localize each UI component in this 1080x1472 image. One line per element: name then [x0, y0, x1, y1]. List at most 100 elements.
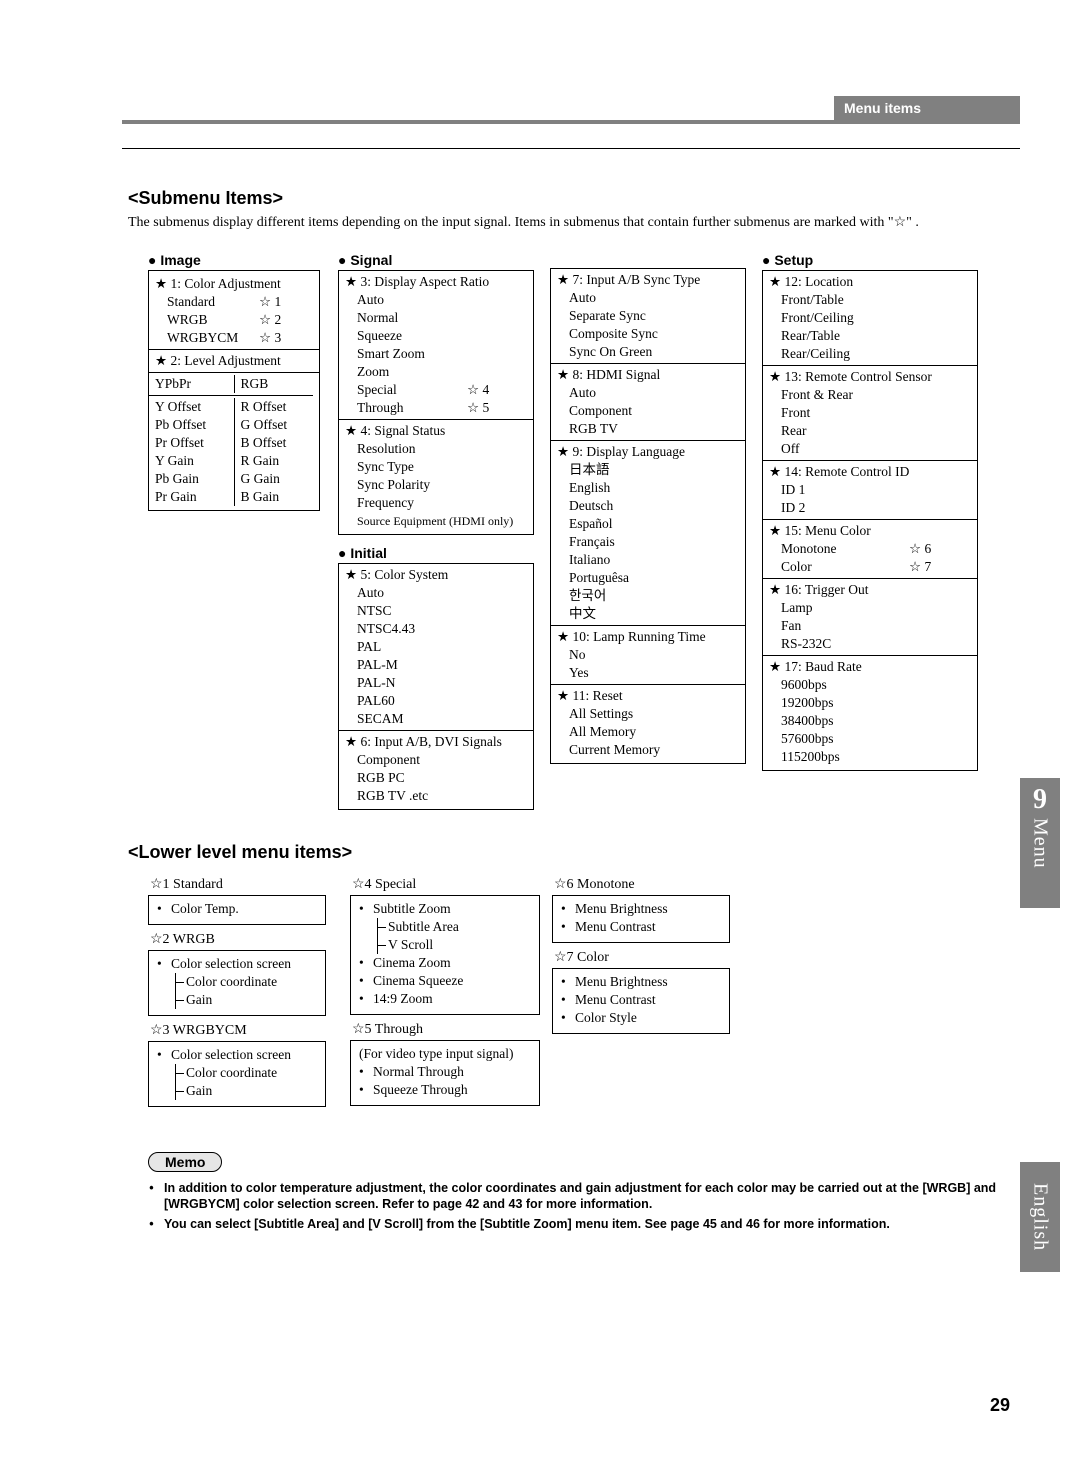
- col-ypbpr: YPbPr: [155, 375, 230, 393]
- star1: ★ 1: Color Adjustment: [155, 273, 313, 293]
- cs-secam: SECAM: [345, 710, 527, 728]
- pr-offset: Pr Offset: [155, 434, 230, 452]
- side-tab-lang: English: [1020, 1162, 1060, 1272]
- dvi-rgbpc: RGB PC: [345, 769, 527, 787]
- aspect-smartzoom: Smart Zoom: [345, 345, 527, 363]
- star13: ★ 13: Remote Control Sensor: [769, 368, 971, 386]
- aspect-auto: Auto: [345, 291, 527, 309]
- cs-pal: PAL: [345, 638, 527, 656]
- mc-mono: Monotone: [781, 540, 909, 558]
- l7-bright: Menu Brightness: [561, 973, 721, 991]
- loc-rc: Rear/Ceiling: [769, 345, 971, 363]
- l3-cc: Color coordinate: [186, 1064, 317, 1082]
- img-wrgb: WRGB: [155, 311, 259, 329]
- l2-css: Color selection screen: [171, 956, 291, 971]
- dvi-rgbtv: RGB TV .etc: [345, 787, 527, 805]
- loc-rt: Rear/Table: [769, 327, 971, 345]
- l6-bright: Menu Brightness: [561, 900, 721, 918]
- lang-ja: 日本語: [557, 461, 739, 479]
- pb-offset: Pb Offset: [155, 416, 230, 434]
- baud-38400: 38400bps: [769, 712, 971, 730]
- lang-pt: Portuguêsa: [557, 569, 739, 587]
- mc-color: Color: [781, 558, 909, 576]
- ss-srceq: Source Equipment (HDMI only): [345, 512, 527, 530]
- thin-rule-top: [122, 148, 1020, 149]
- star16: ★ 16: Trigger Out: [769, 581, 971, 599]
- aspect-zoom: Zoom: [345, 363, 527, 381]
- baud-9600: 9600bps: [769, 676, 971, 694]
- star2: ★ 2: Level Adjustment: [155, 352, 313, 370]
- y-gain: Y Gain: [155, 452, 230, 470]
- rcid-2: ID 2: [769, 499, 971, 517]
- star14: ★ 14: Remote Control ID: [769, 463, 971, 481]
- l2-title: ☆2 WRGB: [150, 931, 326, 948]
- rcs-fr: Front & Rear: [769, 386, 971, 404]
- rcs-f: Front: [769, 404, 971, 422]
- star11: ★ 11: Reset: [557, 687, 739, 705]
- cs-ntsc443: NTSC4.43: [345, 620, 527, 638]
- lamp-no: No: [557, 646, 739, 664]
- trig-fan: Fan: [769, 617, 971, 635]
- memo-note-1: In addition to color temperature adjustm…: [164, 1180, 1004, 1212]
- r-offset: R Offset: [241, 398, 310, 416]
- ss-freq: Frequency: [345, 494, 527, 512]
- img-wrgbycm: WRGBYCM: [155, 329, 259, 347]
- setup-heading: ● Setup: [762, 252, 978, 268]
- l5-note: (For video type input signal): [359, 1045, 531, 1063]
- img-wrgb-mark: ☆ 2: [259, 312, 281, 327]
- reset-all: All Settings: [557, 705, 739, 723]
- mc-color-mark: ☆ 7: [909, 559, 931, 574]
- lamp-yes: Yes: [557, 664, 739, 682]
- star3: ★ 3: Display Aspect Ratio: [345, 273, 527, 291]
- memo-note-2: You can select [Subtitle Area] and [V Sc…: [164, 1216, 1004, 1232]
- lang-zh: 中文: [557, 605, 739, 623]
- l1-title: ☆1 Standard: [150, 876, 326, 893]
- lang-fr: Français: [557, 533, 739, 551]
- loc-ft: Front/Table: [769, 291, 971, 309]
- hdmi-rgbtv: RGB TV: [557, 420, 739, 438]
- reset-allmem: All Memory: [557, 723, 739, 741]
- col-rgb: RGB: [241, 375, 310, 393]
- lang-en: English: [557, 479, 739, 497]
- lang-ko: 한국어: [557, 587, 739, 605]
- pr-gain: Pr Gain: [155, 488, 230, 506]
- star4: ★ 4: Signal Status: [345, 422, 527, 440]
- l4-vscroll: V Scroll: [388, 936, 531, 954]
- star8: ★ 8: HDMI Signal: [557, 366, 739, 384]
- rcid-1: ID 1: [769, 481, 971, 499]
- l4-149: 14:9 Zoom: [359, 990, 531, 1008]
- memo-badge: Memo: [148, 1152, 222, 1172]
- rcs-off: Off: [769, 440, 971, 458]
- aspect-special-mark: ☆ 4: [467, 382, 489, 397]
- chapter-number: 9: [1033, 778, 1047, 818]
- l7-style: Color Style: [561, 1009, 721, 1027]
- l3-gain: Gain: [186, 1082, 317, 1100]
- l4-cinezoom: Cinema Zoom: [359, 954, 531, 972]
- y-offset: Y Offset: [155, 398, 230, 416]
- sync-sep: Separate Sync: [557, 307, 739, 325]
- section-intro: The submenus display different items dep…: [128, 214, 1004, 231]
- hdmi-auto: Auto: [557, 384, 739, 402]
- page-number: 29: [990, 1395, 1010, 1416]
- l5-normal: Normal Through: [359, 1063, 531, 1081]
- lang-es: Español: [557, 515, 739, 533]
- hdmi-comp: Component: [557, 402, 739, 420]
- sync-auto: Auto: [557, 289, 739, 307]
- l4-subarea: Subtitle Area: [388, 918, 531, 936]
- baud-115200: 115200bps: [769, 748, 971, 766]
- star17: ★ 17: Baud Rate: [769, 658, 971, 676]
- ss-syncpol: Sync Polarity: [345, 476, 527, 494]
- cs-palm: PAL-M: [345, 656, 527, 674]
- star7: ★ 7: Input A/B Sync Type: [557, 271, 739, 289]
- star5: ★ 5: Color System: [345, 566, 527, 584]
- aspect-through-mark: ☆ 5: [467, 400, 489, 415]
- l2-gain: Gain: [186, 991, 317, 1009]
- lang-de: Deutsch: [557, 497, 739, 515]
- star9: ★ 9: Display Language: [557, 443, 739, 461]
- star6: ★ 6: Input A/B, DVI Signals: [345, 733, 527, 751]
- aspect-squeeze: Squeeze: [345, 327, 527, 345]
- star15: ★ 15: Menu Color: [769, 522, 971, 540]
- aspect-normal: Normal: [345, 309, 527, 327]
- image-heading: ● Image: [148, 252, 320, 268]
- l4-cinesq: Cinema Squeeze: [359, 972, 531, 990]
